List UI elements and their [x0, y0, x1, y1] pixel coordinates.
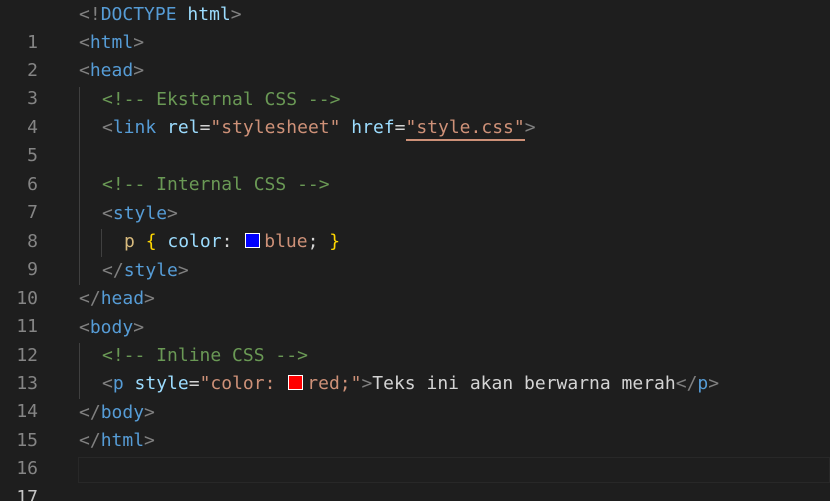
doctype-open: <!	[79, 4, 101, 25]
tag-close: >	[133, 317, 145, 338]
tag-name: style	[123, 260, 178, 281]
comment: <!-- Inline CSS -->	[102, 345, 308, 366]
tag-name: style	[112, 203, 168, 224]
doctype-keyword: DOCTYPE	[100, 4, 177, 25]
tag-open: </	[102, 260, 124, 281]
tag-open: <	[102, 117, 113, 138]
tag-close: >	[524, 117, 536, 138]
href-link[interactable]: "style.css"	[405, 117, 525, 141]
tag-name: html	[89, 32, 134, 53]
tag-close: >	[133, 32, 145, 53]
tag-name: head	[89, 60, 134, 81]
tag-open: <	[79, 60, 90, 81]
code-editor[interactable]: 1 <!DOCTYPE html> 2 <html> 3 <head> 4 <!…	[0, 0, 830, 501]
semicolon: ;	[307, 231, 330, 252]
code-line-12[interactable]: 12 <body>	[0, 314, 830, 366]
attribute-value: "stylesheet"	[210, 117, 341, 138]
code-line-6[interactable]: 6	[0, 143, 830, 195]
tag-name: body	[100, 402, 145, 423]
tag-close: >	[144, 430, 155, 451]
tag-close: >	[361, 373, 373, 394]
code-line-4[interactable]: 4 <!-- Eksternal CSS -->	[0, 86, 830, 138]
attribute-value-end: red;"	[307, 373, 362, 394]
tag-close: >	[177, 260, 189, 281]
tag-name: html	[100, 430, 145, 451]
code-line-9[interactable]: 9 p { color: blue; }	[0, 228, 830, 280]
line-number-active: 17	[16, 487, 38, 501]
tag-open: </	[79, 288, 101, 309]
attribute-value-start: "color:	[199, 373, 287, 394]
css-property: color	[167, 231, 222, 252]
tag-open: <	[102, 203, 113, 224]
code-line-13[interactable]: 13 <!-- Inline CSS -->	[0, 342, 830, 394]
end-tag-name: p	[697, 373, 709, 394]
code-line-7[interactable]: 7 <!-- Internal CSS -->	[0, 171, 830, 223]
comment: <!-- Internal CSS -->	[102, 174, 330, 195]
code-line-8[interactable]: 8 <style>	[0, 200, 830, 252]
attribute-name: rel	[167, 117, 200, 138]
tag-close: >	[144, 402, 155, 423]
code-line-17[interactable]: 17	[0, 456, 830, 501]
css-value: blue	[264, 231, 308, 252]
tag-close: >	[133, 60, 145, 81]
code-line-1[interactable]: 1 <!DOCTYPE html>	[0, 1, 830, 53]
css-selector: p	[124, 231, 135, 252]
attribute-name: style	[134, 373, 189, 394]
tag-close: >	[167, 203, 178, 224]
doctype-close: >	[230, 4, 242, 25]
comment: <!-- Eksternal CSS -->	[102, 89, 341, 110]
tag-open: </	[79, 430, 101, 451]
tag-name: body	[89, 317, 134, 338]
equals: =	[188, 373, 200, 394]
color-swatch-blue-icon[interactable]	[245, 233, 261, 248]
paragraph-text: Teks ini akan berwarna merah	[372, 373, 676, 394]
brace-close: }	[329, 231, 341, 252]
doctype-name: html	[187, 4, 231, 25]
code-line-15[interactable]: 15 </body>	[0, 399, 830, 451]
end-tag-close: >	[708, 373, 720, 394]
code-line-14[interactable]: 14 <p style="color: red;">Teks ini akan …	[0, 370, 830, 422]
code-line-5[interactable]: 5 <link rel="stylesheet" href="style.css…	[0, 114, 830, 166]
code-line-3[interactable]: 3 <head>	[0, 57, 830, 109]
tag-name: p	[112, 373, 124, 394]
tag-name: link	[112, 117, 157, 138]
end-tag-open: </	[675, 373, 698, 394]
colon: :	[221, 231, 244, 252]
code-line-16[interactable]: 16 </html>	[0, 427, 830, 479]
attribute-name: href	[351, 117, 395, 138]
brace-open: {	[145, 231, 157, 252]
code-line-2[interactable]: 2 <html>	[0, 29, 830, 81]
tag-close: >	[144, 288, 155, 309]
tag-open: <	[102, 373, 113, 394]
code-line-10[interactable]: 10 </style>	[0, 257, 830, 309]
equals: =	[199, 117, 211, 138]
tag-open: </	[79, 402, 101, 423]
color-swatch-red-icon[interactable]	[288, 375, 304, 390]
equals: =	[394, 117, 406, 138]
tag-name: head	[100, 288, 145, 309]
code-line-11[interactable]: 11 </head>	[0, 285, 830, 337]
tag-open: <	[79, 32, 90, 53]
tag-open: <	[79, 317, 90, 338]
